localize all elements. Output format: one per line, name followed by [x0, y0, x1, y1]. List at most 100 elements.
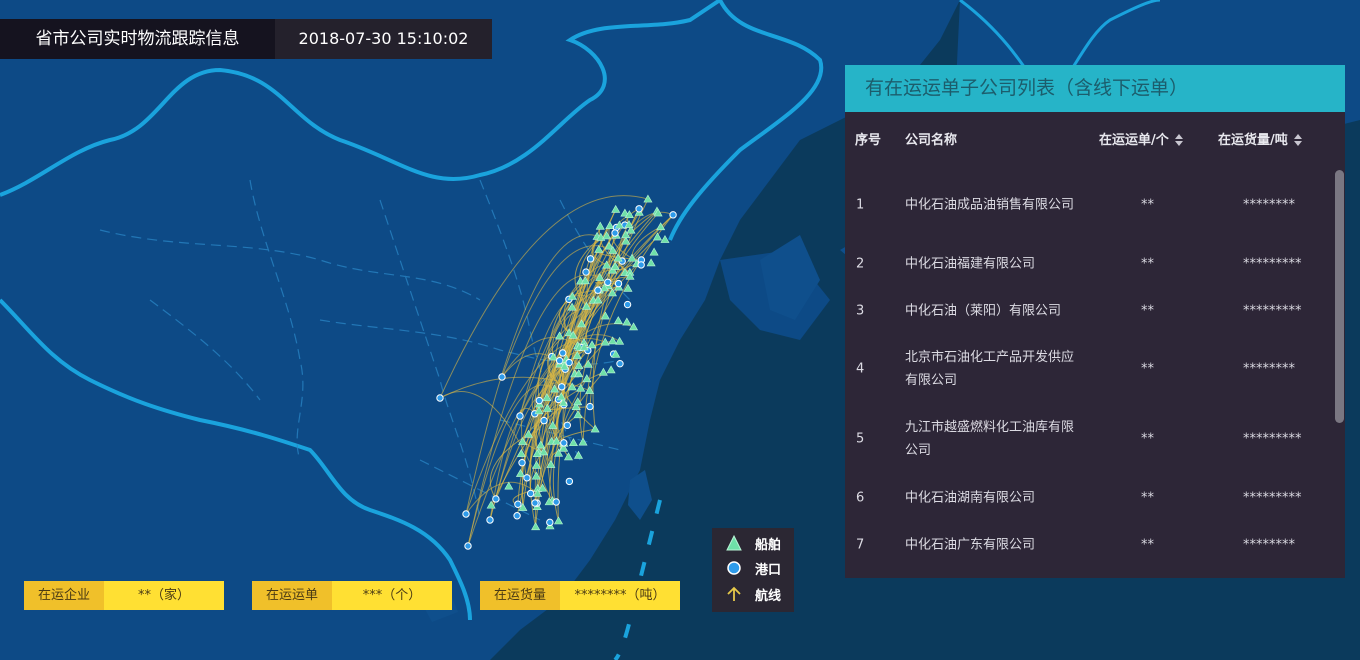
row-index: 6	[856, 490, 865, 505]
row-orders: **	[1141, 431, 1154, 447]
port-marker[interactable]	[637, 261, 645, 269]
legend-route-label: 航线	[755, 588, 782, 604]
datetime-display: 2018-07-30 15:10:02	[275, 19, 492, 59]
legend-port[interactable]: 港口	[726, 557, 781, 579]
table-body[interactable]: 1 中化石油成品油销售有限公司 ** ******** 2 中化石油福建有限公司…	[845, 170, 1345, 578]
row-volume: *********	[1243, 256, 1302, 271]
row-orders: **	[1141, 537, 1154, 552]
row-company: 九江市越盛燃料化工油库有限公司	[905, 420, 1075, 458]
table-row[interactable]: 2 中化石油福建有限公司 ** *********	[845, 240, 1345, 287]
legend-port-label: 港口	[755, 562, 782, 578]
row-index: 4	[856, 361, 865, 377]
row-index: 1	[856, 197, 865, 213]
port-marker[interactable]	[436, 394, 444, 402]
port-marker[interactable]	[546, 518, 554, 527]
port-marker[interactable]	[555, 356, 564, 365]
row-index: 3	[856, 303, 865, 318]
port-marker[interactable]	[558, 383, 566, 391]
port-marker[interactable]	[604, 278, 612, 286]
row-orders: **	[1141, 303, 1154, 318]
scrollbar[interactable]	[1335, 170, 1344, 423]
table-row[interactable]: 1 中化石油成品油销售有限公司 ** ********	[845, 170, 1345, 240]
port-marker[interactable]	[565, 477, 574, 486]
port-marker[interactable]	[616, 359, 624, 368]
col-volume-header[interactable]: 在运货量/吨	[1218, 112, 1302, 170]
port-marker[interactable]	[523, 474, 531, 482]
ship-icon	[726, 535, 742, 551]
row-company: 中化石油广东有限公司	[905, 537, 1036, 552]
table-row[interactable]: 5 九江市越盛燃料化工油库有限公司 ** *********	[845, 404, 1345, 474]
port-marker[interactable]	[535, 396, 543, 405]
table-row[interactable]: 4 北京市石油化工产品开发供应有限公司 ** ********	[845, 334, 1345, 404]
port-marker[interactable]	[516, 412, 524, 420]
port-marker[interactable]	[582, 268, 590, 276]
row-company: 中化石油成品油销售有限公司	[905, 197, 1075, 213]
port-marker[interactable]	[514, 500, 522, 508]
port-marker[interactable]	[669, 211, 677, 219]
table-header: 序号 公司名称 在运运单/个 在运货量/吨	[845, 112, 1345, 170]
row-company: 中化石油湖南有限公司	[905, 490, 1036, 505]
row-orders: **	[1141, 256, 1154, 271]
panel-title: 有在运运单子公司列表（含线下运单）	[845, 65, 1345, 112]
legend-ship-label: 船舶	[755, 537, 782, 553]
port-marker[interactable]	[540, 416, 548, 425]
row-index: 5	[856, 431, 865, 447]
row-company: 北京市石油化工产品开发供应有限公司	[905, 350, 1075, 388]
stat-volume-value: ********（吨）	[560, 581, 680, 610]
port-marker[interactable]	[526, 489, 535, 498]
row-orders: **	[1141, 361, 1154, 377]
port-icon	[727, 561, 741, 575]
sort-icon[interactable]	[1293, 133, 1302, 146]
row-orders: **	[1141, 490, 1154, 505]
port-marker[interactable]	[614, 279, 623, 288]
port-marker[interactable]	[611, 229, 619, 237]
port-marker[interactable]	[559, 349, 567, 357]
page-title: 省市公司实时物流跟踪信息	[0, 19, 275, 59]
table-row[interactable]: 3 中化石油（莱阳）有限公司 ** *********	[845, 287, 1345, 334]
col-orders-label: 在运运单/个	[1099, 133, 1169, 148]
stat-volume: 在运货量 ********（吨）	[480, 581, 680, 610]
port-marker[interactable]	[565, 358, 573, 367]
port-marker[interactable]	[531, 499, 539, 507]
port-marker[interactable]	[635, 205, 643, 213]
table-row[interactable]: 6 中化石油湖南有限公司 ** *********	[845, 474, 1345, 521]
row-volume: ********	[1243, 361, 1295, 377]
col-volume-label: 在运货量/吨	[1218, 133, 1288, 148]
port-marker[interactable]	[586, 402, 594, 411]
port-marker[interactable]	[486, 516, 494, 524]
row-company: 中化石油福建有限公司	[905, 256, 1036, 271]
port-marker[interactable]	[623, 300, 632, 309]
stat-orders-value: ***（个）	[332, 581, 452, 610]
port-marker[interactable]	[492, 495, 500, 503]
row-index: 2	[856, 256, 865, 271]
stat-companies-label: 在运企业	[24, 581, 104, 610]
legend-ship[interactable]: 船舶	[726, 532, 781, 554]
row-index: 7	[856, 537, 865, 552]
table-row[interactable]: 7 中化石油广东有限公司 ** ********	[845, 521, 1345, 568]
port-marker[interactable]	[552, 498, 560, 506]
port-marker[interactable]	[518, 458, 526, 467]
port-marker[interactable]	[498, 373, 506, 381]
port-marker[interactable]	[594, 286, 602, 294]
port-marker[interactable]	[563, 421, 571, 429]
col-orders-header[interactable]: 在运运单/个	[1099, 112, 1183, 170]
row-volume: ********	[1243, 537, 1295, 552]
port-marker[interactable]	[560, 439, 568, 447]
map-legend: 船舶 港口 航线	[712, 528, 794, 612]
row-volume: *********	[1243, 303, 1302, 318]
stat-orders-label: 在运运单	[252, 581, 332, 610]
stat-volume-label: 在运货量	[480, 581, 560, 610]
route-arrow-icon	[727, 586, 741, 601]
port-marker[interactable]	[586, 255, 595, 263]
legend-route[interactable]: 航线	[726, 583, 781, 605]
sort-icon[interactable]	[1174, 133, 1183, 146]
row-volume: ********	[1243, 197, 1295, 213]
row-company: 中化石油（莱阳）有限公司	[905, 303, 1062, 318]
port-marker[interactable]	[462, 510, 470, 518]
stat-companies: 在运企业 **（家）	[24, 581, 224, 610]
col-index-header: 序号	[855, 133, 882, 148]
port-marker[interactable]	[513, 512, 521, 520]
port-marker[interactable]	[464, 542, 472, 550]
row-orders: **	[1141, 197, 1154, 213]
page-header: 省市公司实时物流跟踪信息 2018-07-30 15:10:02	[0, 19, 492, 59]
